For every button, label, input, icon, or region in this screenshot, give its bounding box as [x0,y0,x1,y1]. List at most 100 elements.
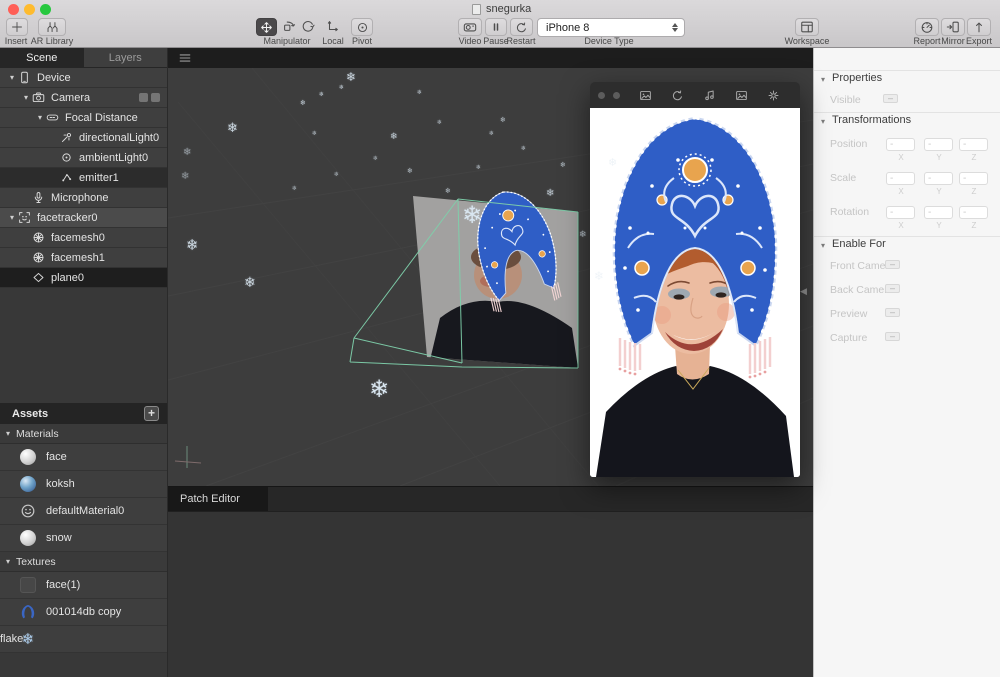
workspace-button[interactable] [795,18,819,36]
close-window-button[interactable] [8,4,19,15]
tree-item-directionallight0[interactable]: ▾directionalLight0 [0,128,167,148]
insert-button[interactable] [6,18,28,36]
scale-y-input[interactable]: - [924,172,953,185]
tree-item-facemesh1[interactable]: ▾facemesh1 [0,248,167,268]
snowflake-icon: ❄ [339,85,344,91]
snowflake-icon: ❄ [390,133,398,142]
local-axis-icon[interactable] [326,19,340,33]
disclosure-triangle-icon: ▾ [0,429,16,438]
panel-collapse-arrow-icon[interactable]: ◀ [800,286,807,297]
chevron-down-icon[interactable]: ▾ [821,241,825,250]
scene-layers-tabs: SceneLayers [0,48,167,68]
media-source-icon[interactable] [639,89,652,102]
disclosure-triangle-icon: ▾ [0,557,16,566]
tree-item-device[interactable]: ▾ Device [0,68,167,88]
axis-label: Z [972,153,977,162]
snowflake-icon: ❄ [227,122,238,135]
patch-editor-tabbar: Patch Editor [168,486,813,512]
maximize-window-button[interactable] [40,4,51,15]
snowflake-icon: ❄ [445,188,451,195]
tree-item-camera[interactable]: ▾ Camera [0,88,167,108]
report-button[interactable] [915,18,939,36]
document-icon [472,4,481,15]
snowflake-icon: ❄ [181,172,189,182]
audio-icon[interactable] [703,89,716,102]
tree-item-label: Camera [51,92,90,104]
gear-icon[interactable] [767,89,780,102]
position-label: Position [830,138,867,150]
plus-icon [11,21,23,33]
tree-item-focal distance[interactable]: ▾Focal Distance [0,108,167,128]
back-camera-toggle[interactable]: – [885,284,900,293]
viewport-menu-icon[interactable] [178,51,192,65]
tab-patch-editor[interactable]: Patch Editor [168,487,268,511]
position-y-input[interactable]: - [924,138,953,151]
select-stepper-icon [668,21,681,34]
minimize-window-button[interactable] [24,4,35,15]
assets-list: ▾MaterialsfacekokshdefaultMaterial0snow▾… [0,424,167,677]
add-asset-button[interactable]: + [144,406,159,421]
export-button[interactable] [967,18,991,36]
rotate-free-icon[interactable] [301,19,315,33]
snapshot-icon[interactable] [735,89,748,102]
front-camera-toggle[interactable]: – [885,260,900,269]
tree-item-emitter1[interactable]: ▾emitter1 [0,168,167,188]
visible-toggle[interactable]: – [883,94,898,103]
facemesh-icon [32,251,45,264]
mirror-label: Mirror [941,36,965,46]
mirror-icon [946,20,960,34]
snowflake-icon: ❄ [407,168,413,175]
position-z-input[interactable]: - [959,138,988,151]
video-button[interactable] [458,18,482,36]
tree-item-microphone[interactable]: ▾Microphone [0,188,167,208]
simulator-window-button[interactable] [598,92,605,99]
kokoshnik-thumbnail-icon [20,604,36,620]
ar-library-label: AR Library [31,36,74,46]
device-type-select[interactable]: iPhone 8 [537,18,685,37]
simulator-window[interactable]: ❄❄ [590,82,800,477]
disclosure-triangle-icon[interactable]: ▾ [20,93,32,102]
scale-x-input[interactable]: - [886,172,915,185]
tree-item-label: Device [37,72,71,84]
tree-item-label: Microphone [51,192,108,204]
snowflake-icon: ❄ [560,162,566,169]
manipulator-move-button[interactable] [256,18,277,36]
chevron-down-icon[interactable]: ▾ [821,75,825,84]
capture-toggle[interactable]: – [885,332,900,341]
tree-item-facemesh0[interactable]: ▾facemesh0 [0,228,167,248]
position-x-input[interactable]: - [886,138,915,151]
simulator-window-button[interactable] [613,92,620,99]
rotation-z-input[interactable]: - [959,206,988,219]
snowflake-icon: ❄ [546,189,554,199]
pivot-icon [356,21,369,34]
chevron-down-icon[interactable]: ▾ [821,117,825,126]
rotation-y-input[interactable]: - [924,206,953,219]
tree-item-facetracker0[interactable]: ▾facetracker0 [0,208,167,228]
directional-light-icon [60,131,73,144]
scale-z-input[interactable]: - [959,172,988,185]
pivot-button[interactable] [351,18,373,36]
preview-toggle[interactable]: – [885,308,900,317]
disclosure-triangle-icon[interactable]: ▾ [6,73,18,82]
disclosure-triangle-icon[interactable]: ▾ [6,213,18,222]
restart-button[interactable] [510,18,533,36]
tab-scene[interactable]: Scene [0,48,84,67]
disclosure-triangle-icon[interactable]: ▾ [34,113,46,122]
tab-layers[interactable]: Layers [84,48,168,67]
pause-button[interactable] [485,18,507,36]
phone-icon [18,71,31,84]
simulator-titlebar [590,82,800,108]
asset-item-defaultmaterial0[interactable]: defaultMaterial0 [0,498,167,525]
tree-item-plane0[interactable]: ▾plane0 [0,268,167,288]
ar-library-button[interactable] [38,18,66,36]
properties-section-title: Properties [832,72,882,84]
report-gauge-icon [920,20,934,34]
axis-label: Y [936,221,941,230]
tree-item-ambientlight0[interactable]: ▾ambientLight0 [0,148,167,168]
restart-simulation-icon[interactable] [671,89,684,102]
asset-item-001014db-copy[interactable]: 001014db copy [0,599,167,626]
rotate-object-icon[interactable] [282,19,296,33]
asset-item-label: 001014db copy [46,606,121,618]
rotation-x-input[interactable]: - [886,206,915,219]
mirror-button[interactable] [941,18,965,36]
